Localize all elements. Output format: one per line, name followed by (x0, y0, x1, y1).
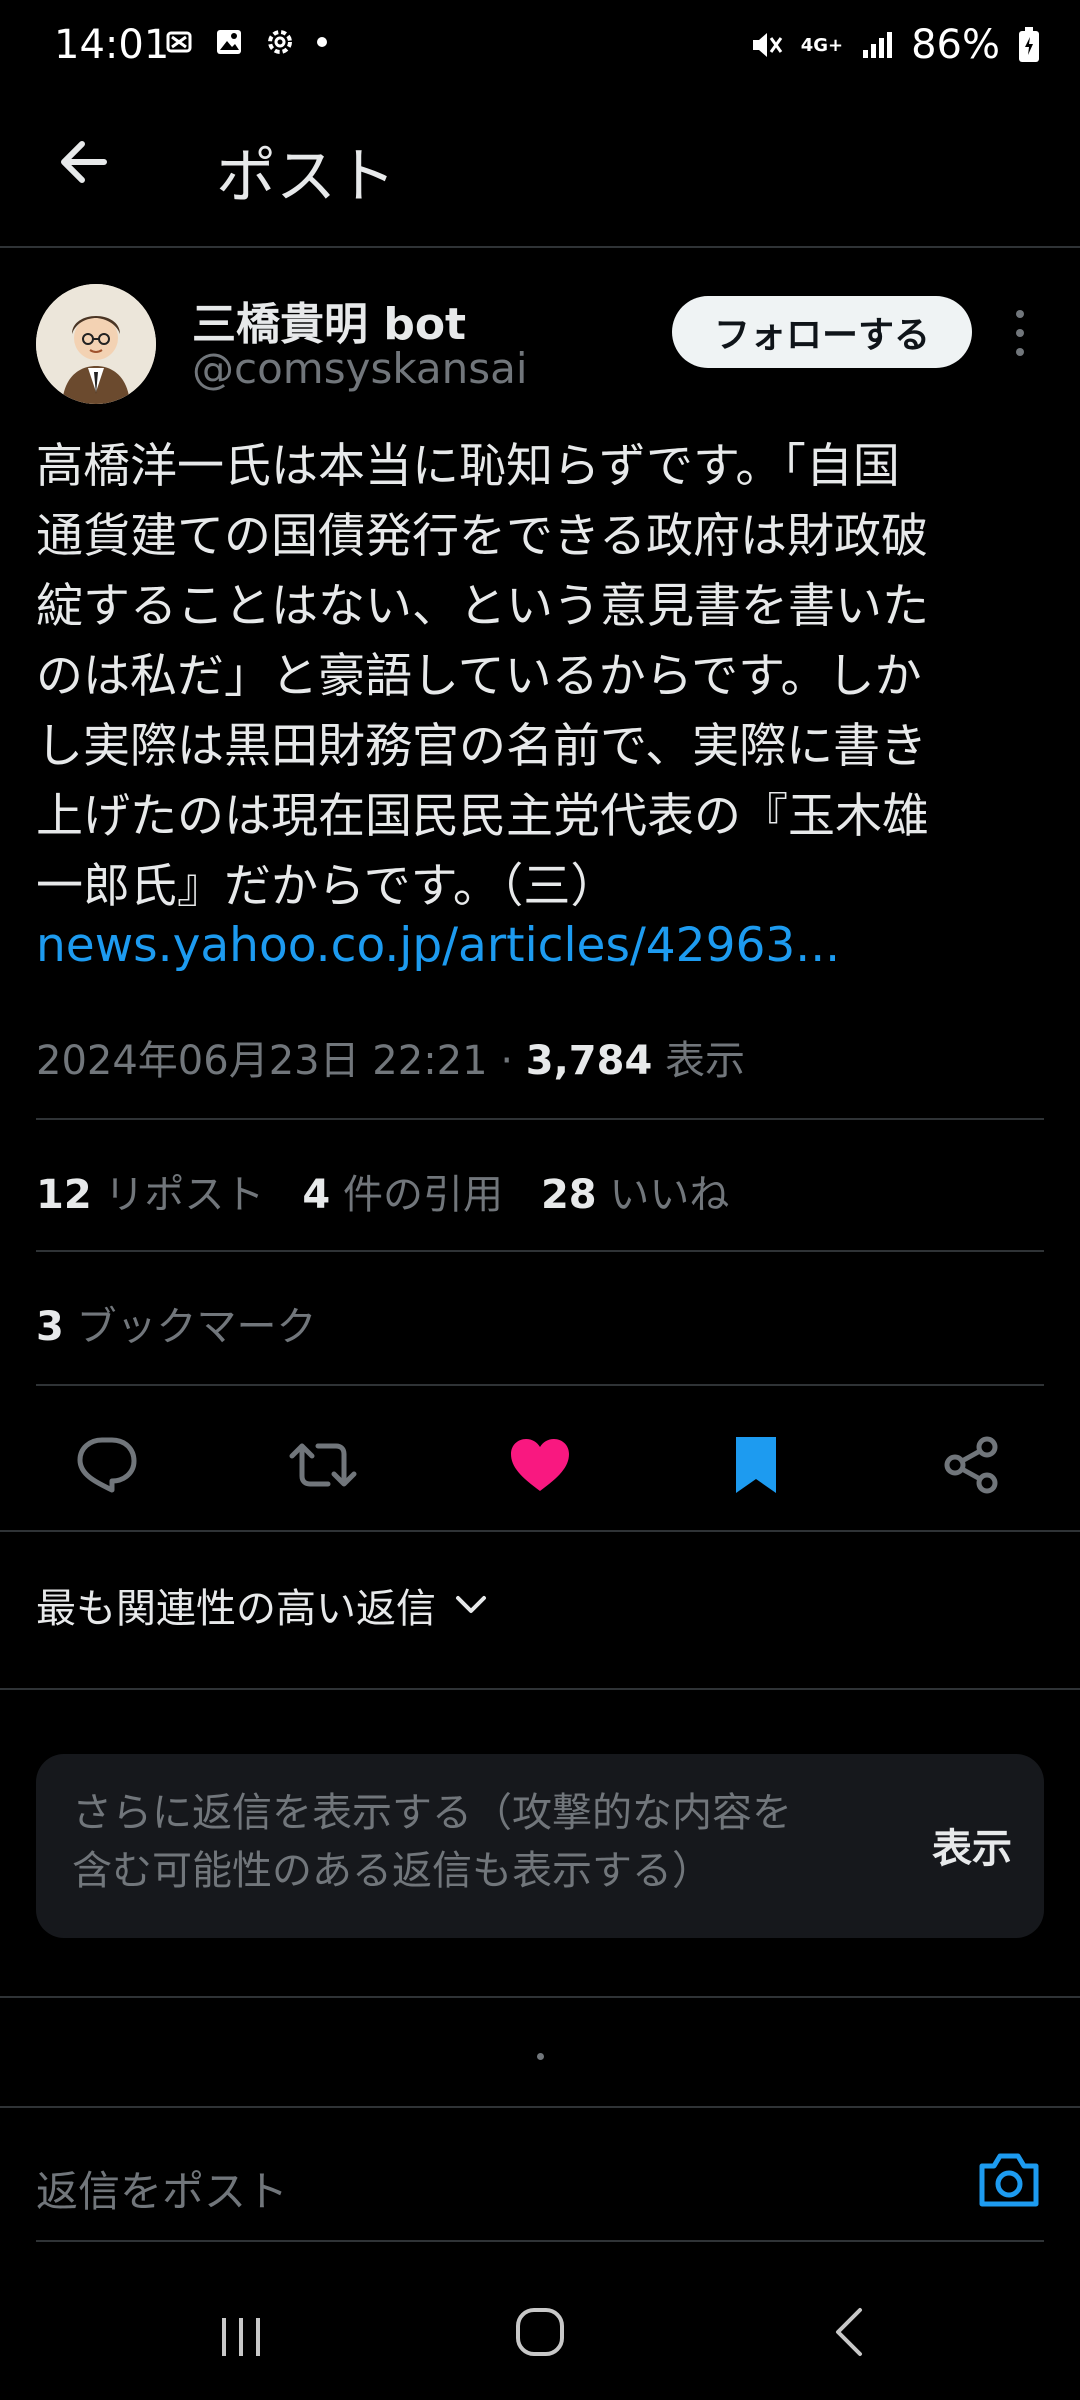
post-stats: 12 リポスト 4 件の引用 28 いいね (36, 1162, 729, 1220)
share-icon (944, 1436, 998, 1494)
views-count: 3,784 (525, 1038, 653, 1084)
divider (36, 2240, 1044, 2242)
show-replies-button[interactable]: 表示 (932, 1816, 1012, 1874)
status-right: 4G+ 86% (749, 22, 1040, 68)
reply-input[interactable]: 返信をポスト (36, 2158, 288, 2219)
reply-sort-dropdown[interactable]: 最も関連性の高い返信 (36, 1576, 488, 1634)
bookmarks-stat[interactable]: 3 ブックマーク (36, 1294, 317, 1352)
quotes-count: 4 (302, 1172, 331, 1218)
status-notification-icons (164, 26, 328, 58)
gallery-icon (217, 30, 241, 54)
avatar[interactable] (36, 284, 156, 404)
share-button[interactable] (927, 1420, 1017, 1510)
recents-nav-icon[interactable] (216, 2312, 266, 2362)
home-nav-icon[interactable] (512, 2304, 568, 2360)
divider (36, 1250, 1044, 1252)
author-name[interactable]: 三橋貴明 bot (192, 288, 466, 352)
post-datetime[interactable]: 2024年06月23日 22:21 (36, 1038, 488, 1084)
post-link[interactable]: news.yahoo.co.jp/articles/42963... (36, 918, 840, 973)
post-text: 高橋洋一氏は本当に恥知らずです。「自国 通貨建ての国債発行をできる政府は財政破 … (36, 439, 929, 914)
notification-dot-icon (317, 37, 327, 47)
divider (0, 1996, 1080, 1998)
mute-icon (752, 33, 782, 57)
page-title: ポスト (216, 142, 396, 212)
repost-icon (289, 1443, 357, 1487)
like-icon (511, 1439, 569, 1491)
bookmarks-count: 3 (36, 1304, 64, 1350)
likes-count: 28 (540, 1172, 597, 1218)
reply-button[interactable] (62, 1420, 152, 1510)
divider (36, 1384, 1044, 1386)
battery-icon (1019, 27, 1039, 62)
camera-icon[interactable] (976, 2150, 1042, 2210)
more-replies-card[interactable]: さらに返信を表示する（攻撃的な内容を 含む可能性のある返信も表示する） 表示 (36, 1754, 1044, 1938)
network-type: 4G+ (800, 34, 844, 56)
bookmarks-label: ブックマーク (76, 1304, 317, 1350)
reply-icon (77, 1437, 137, 1493)
views-label: 表示 (665, 1038, 745, 1084)
header-divider (0, 246, 1080, 248)
chevron-down-icon (456, 1596, 486, 1613)
reposts-stat[interactable]: 12 リポスト (36, 1162, 264, 1220)
back-arrow-icon[interactable] (54, 132, 114, 192)
bookmark-icon (736, 1437, 776, 1493)
follow-button[interactable]: フォローする (672, 296, 972, 368)
divider (0, 1688, 1080, 1690)
back-nav-icon[interactable] (826, 2302, 870, 2362)
divider (0, 2106, 1080, 2108)
quotes-stat[interactable]: 4 件の引用 (302, 1162, 503, 1220)
loading-dot (537, 2053, 544, 2060)
likes-stat[interactable]: 28 いいね (541, 1162, 729, 1220)
like-button[interactable] (495, 1420, 585, 1510)
author-handle[interactable]: @comsyskansai (192, 344, 528, 393)
divider (0, 1530, 1080, 1532)
reply-sort-label: 最も関連性の高い返信 (36, 1586, 436, 1632)
status-time: 14:01 (54, 22, 170, 68)
divider (36, 1118, 1044, 1120)
repost-button[interactable] (278, 1420, 368, 1510)
action-bar (0, 1420, 1080, 1510)
signal-icon (863, 32, 893, 58)
settings-gear-icon (268, 30, 292, 54)
more-options-icon[interactable] (1008, 306, 1032, 360)
more-replies-text: さらに返信を表示する（攻撃的な内容を 含む可能性のある返信も表示する） (72, 1790, 792, 1894)
quotes-label: 件の引用 (342, 1172, 503, 1218)
post-meta: 2024年06月23日 22:21 · 3,784 表示 (36, 1028, 745, 1086)
notification-app-icon (166, 31, 192, 53)
reposts-label: リポスト (104, 1172, 265, 1218)
bookmark-button[interactable] (711, 1420, 801, 1510)
battery-percent: 86% (911, 22, 1000, 68)
avatar-illustration (36, 284, 156, 404)
reposts-count: 12 (36, 1172, 92, 1218)
meta-separator: · (500, 1038, 514, 1084)
likes-label: いいね (609, 1172, 730, 1218)
